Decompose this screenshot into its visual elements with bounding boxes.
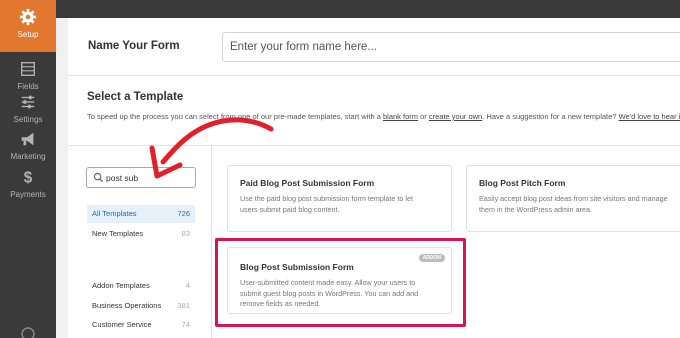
annotation-arrow — [149, 117, 274, 179]
